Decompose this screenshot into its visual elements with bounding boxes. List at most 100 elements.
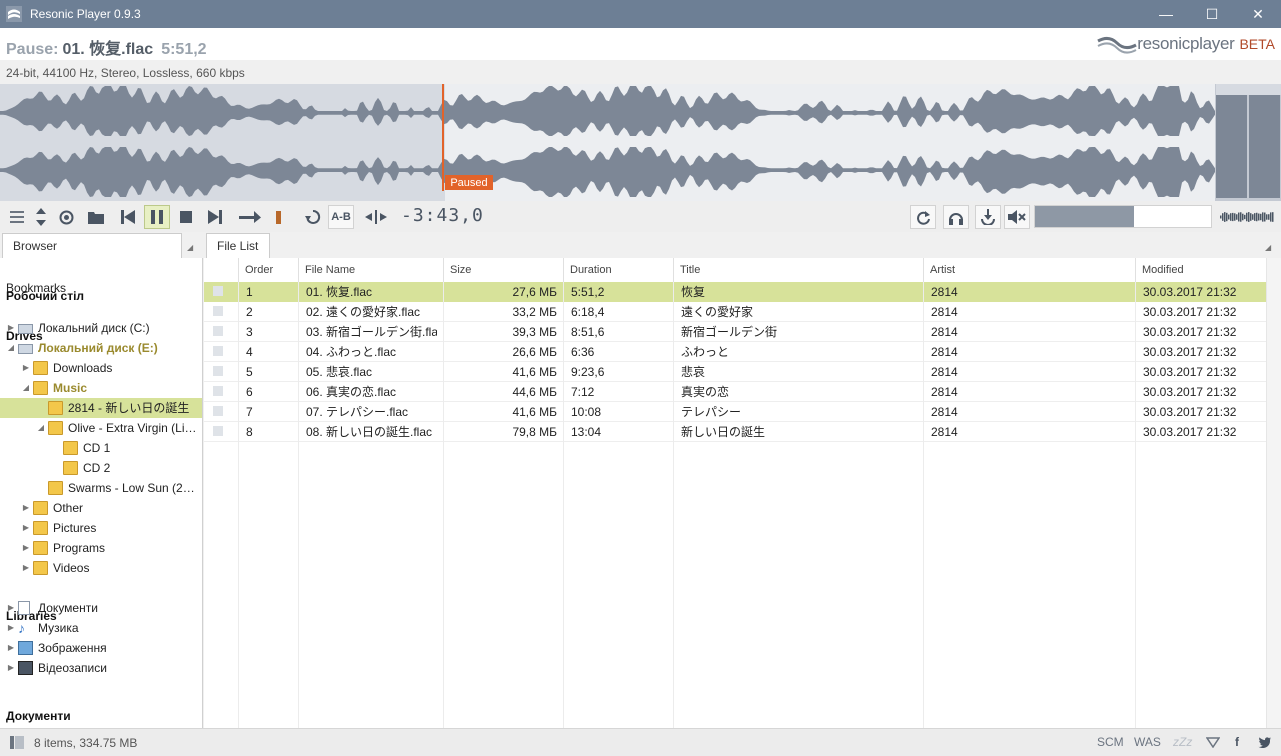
row-checkbox[interactable]: [213, 306, 223, 316]
previous-track-button[interactable]: [115, 205, 141, 229]
sidebar-item[interactable]: CD 2: [0, 458, 202, 478]
menu-icon[interactable]: [4, 205, 30, 229]
filter-icon[interactable]: [1206, 737, 1220, 748]
download-icon[interactable]: [975, 205, 1001, 229]
headphones-icon[interactable]: [943, 205, 969, 229]
reload-icon[interactable]: [910, 205, 936, 229]
sidebar-item-label: Локальний диск (E:): [38, 341, 158, 355]
sidebar-item[interactable]: ▶ Документи: [0, 598, 202, 618]
pause-button[interactable]: [144, 205, 170, 229]
row-checkbox[interactable]: [213, 386, 223, 396]
sidebar-item[interactable]: ▶ Other: [0, 498, 202, 518]
tree-expander-icon[interactable]: ▶: [6, 638, 16, 658]
table-row[interactable]: 2 02. 遠くの愛好家.flac 33,2 МБ 6:18,4 遠くの愛好家 2814 3…: [204, 302, 1266, 322]
sidebar-item[interactable]: ▶ Programs: [0, 538, 202, 558]
ab-repeat-button[interactable]: A-B: [328, 205, 354, 229]
cell-modified: 30.03.2017 21:32: [1143, 365, 1237, 379]
facebook-icon[interactable]: f: [1235, 735, 1239, 749]
table-row[interactable]: 4 04. ふわっと.flac 26,6 МБ 6:36 ふわっと 2814 30.03.2…: [204, 342, 1266, 362]
next-track-button[interactable]: [202, 205, 228, 229]
column-header-artist[interactable]: Artist: [923, 258, 1135, 282]
tree-expander-icon[interactable]: ◢: [21, 378, 31, 398]
stop-button[interactable]: [173, 205, 199, 229]
tree-expander-icon[interactable]: ▶: [6, 318, 16, 338]
tab-file-list[interactable]: File List: [206, 233, 270, 258]
twitter-icon[interactable]: [1258, 737, 1271, 748]
vertical-scrollbar[interactable]: [1266, 258, 1281, 728]
sidebar-item[interactable]: ▶ Зображення: [0, 638, 202, 658]
table-row[interactable]: 8 08. 新しい日の誕生.flac 79,8 МБ 13:04 新しい日の誕生 2814…: [204, 422, 1266, 442]
tree-expander-icon[interactable]: ◢: [6, 338, 16, 358]
table-row[interactable]: 6 06. 真実の恋.flac 44,6 МБ 7:12 真実の恋 2814 30.03.2…: [204, 382, 1266, 402]
reorder-icon[interactable]: [29, 205, 53, 229]
list-pane-menu-icon[interactable]: ◢: [1265, 243, 1271, 252]
column-divider: [1135, 282, 1136, 728]
folder-open-icon[interactable]: [83, 205, 109, 229]
tab-browser[interactable]: Browser: [2, 233, 182, 258]
sidebar-item[interactable]: Bookmarks: [0, 278, 202, 298]
table-row[interactable]: 7 07. テレパシー.flac 41,6 МБ 10:08 テレパシー 2814 30.0…: [204, 402, 1266, 422]
column-header-size[interactable]: Size: [443, 258, 563, 282]
tree-expander-icon[interactable]: ▶: [21, 498, 31, 518]
row-checkbox[interactable]: [213, 426, 223, 436]
playback-order-icon[interactable]: [236, 205, 264, 229]
target-icon[interactable]: [53, 205, 79, 229]
sidebar-item[interactable]: CD 1: [0, 438, 202, 458]
sidebar-item[interactable]: ▶ Downloads: [0, 358, 202, 378]
scm-toggle[interactable]: SCM: [1097, 735, 1124, 749]
tree-expander-icon[interactable]: ▶: [6, 658, 16, 678]
mini-waveform-icon[interactable]: [1219, 205, 1275, 229]
sidebar-item[interactable]: ▶ Відеозаписи: [0, 658, 202, 678]
tree-expander-icon[interactable]: ◢: [36, 418, 46, 438]
sidebar-item[interactable]: ◢ Olive - Extra Virgin (Limited): [0, 418, 202, 438]
time-remaining[interactable]: -3:43,0: [401, 205, 484, 226]
table-row[interactable]: 5 05. 悲哀.flac 41,6 МБ 9:23,6 悲哀 2814 30.03.201…: [204, 362, 1266, 382]
table-row[interactable]: 1 01. 恢复.flac 27,6 МБ 5:51,2 恢复 2814 30.03.201…: [204, 282, 1266, 302]
column-header-file[interactable]: File Name: [298, 258, 443, 282]
close-button[interactable]: ✕: [1235, 0, 1281, 28]
row-checkbox[interactable]: [213, 286, 223, 296]
sidebar-item[interactable]: Документи: [0, 706, 202, 726]
mute-icon[interactable]: [1004, 205, 1030, 229]
browser-tree[interactable]: Робочий стіл Bookmarks Drives ▶ Локальний ди…: [0, 258, 203, 728]
repeat-icon[interactable]: [300, 205, 326, 229]
seek-split-icon[interactable]: [362, 205, 390, 229]
sidebar-item[interactable]: ▶ Pictures: [0, 518, 202, 538]
sidebar-item[interactable]: ▶ Videos: [0, 558, 202, 578]
sidebar-toggle-icon[interactable]: [10, 736, 24, 749]
row-checkbox[interactable]: [213, 346, 223, 356]
stop-after-icon[interactable]: [266, 205, 292, 229]
sleep-timer-toggle[interactable]: zZz: [1173, 735, 1192, 749]
column-header-title[interactable]: Title: [673, 258, 923, 282]
table-row[interactable]: 3 03. 新宿ゴールデン街.flac 39,3 МБ 8:51,6 新宿ゴールデン街 2…: [204, 322, 1266, 342]
sidebar-item[interactable]: ▶ Локальний диск (C:): [0, 318, 202, 338]
row-checkbox[interactable]: [213, 406, 223, 416]
tree-expander-icon[interactable]: ▶: [21, 358, 31, 378]
tree-expander-icon[interactable]: ▶: [21, 538, 31, 558]
tree-expander-icon[interactable]: ▶: [21, 518, 31, 538]
sidebar-item[interactable]: 2814 - 新しい日の誕生: [0, 398, 202, 418]
tree-expander-icon[interactable]: ▶: [6, 618, 16, 638]
sidebar-item[interactable]: Swarms - Low Sun (2015): [0, 478, 202, 498]
sidebar-item[interactable]: ◢ Music: [0, 378, 202, 398]
row-checkbox[interactable]: [213, 326, 223, 336]
tree-expander-icon[interactable]: ▶: [21, 558, 31, 578]
column-divider: [563, 282, 564, 728]
column-header-order[interactable]: Order: [238, 258, 298, 282]
maximize-button[interactable]: ☐: [1189, 0, 1235, 28]
row-checkbox[interactable]: [213, 366, 223, 376]
column-header-duration[interactable]: Duration: [563, 258, 673, 282]
tree-expander-icon[interactable]: ▶: [6, 598, 16, 618]
file-list[interactable]: Order File Name Size Duration Title Artist Mod…: [204, 258, 1281, 728]
volume-slider[interactable]: [1034, 205, 1212, 228]
document-icon: [18, 601, 30, 615]
sidebar-item[interactable]: ◢ Локальний диск (E:): [0, 338, 202, 358]
was-toggle[interactable]: WAS: [1134, 735, 1161, 749]
sidebar-item[interactable]: ▶ ♪ Музика: [0, 618, 202, 638]
column-header-modified[interactable]: Modified: [1135, 258, 1266, 282]
minimize-button[interactable]: —: [1143, 0, 1189, 28]
browser-pane-menu-icon[interactable]: ◢: [187, 243, 193, 252]
waveform[interactable]: Paused: [0, 84, 1281, 201]
sidebar-item-label: Локальний диск (C:): [38, 321, 150, 335]
waveform-canvas[interactable]: Paused: [0, 84, 1281, 201]
